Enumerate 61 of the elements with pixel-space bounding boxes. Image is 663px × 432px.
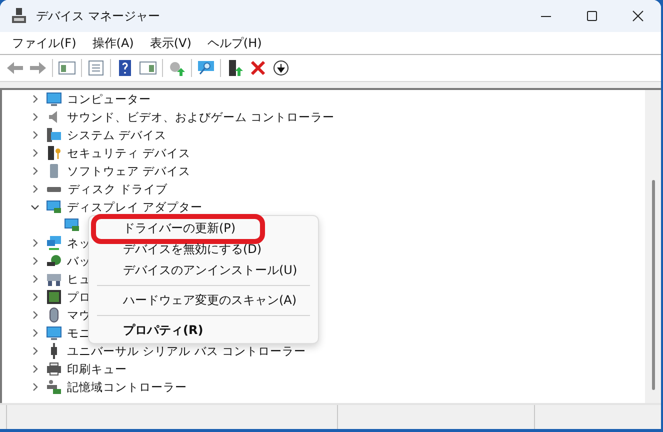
- chevron-icon[interactable]: [30, 292, 40, 302]
- tree-item[interactable]: コンピューター: [67, 92, 151, 106]
- chevron-icon[interactable]: [30, 382, 40, 392]
- enable-device-icon[interactable]: [226, 60, 244, 76]
- tree-item[interactable]: 印刷キュー: [67, 362, 127, 376]
- action-pane-icon[interactable]: [139, 60, 157, 76]
- chevron-icon[interactable]: [30, 184, 40, 194]
- scrollbar[interactable]: [645, 90, 661, 403]
- device-manager-icon: [12, 8, 26, 24]
- chip-icon: [46, 289, 62, 305]
- tree-item[interactable]: サウンド、ビデオ、およびゲーム コントローラー: [67, 110, 335, 124]
- chevron-icon[interactable]: [30, 166, 40, 176]
- network-icon: [46, 235, 62, 251]
- printer-icon: [46, 361, 62, 377]
- display-card-icon: [46, 199, 62, 215]
- chevron-icon[interactable]: [30, 256, 40, 266]
- tree-item[interactable]: ディスプレイ アダプター: [67, 200, 203, 214]
- scan-monitor-icon[interactable]: [197, 60, 215, 76]
- delete-icon[interactable]: [249, 60, 267, 76]
- chevron-icon[interactable]: [30, 94, 40, 104]
- window-title: デバイス マネージャー: [36, 8, 160, 24]
- tree-item[interactable]: ディスク ドライブ: [68, 182, 168, 196]
- context-menu-item[interactable]: ハードウェア変更のスキャン(A): [123, 292, 297, 309]
- back-icon[interactable]: [6, 60, 24, 76]
- monitor-icon: [46, 325, 62, 341]
- chevron-icon[interactable]: [30, 238, 40, 248]
- chevron-icon[interactable]: [30, 202, 40, 212]
- context-menu-item[interactable]: プロパティ(R): [123, 322, 204, 339]
- storage-icon: [46, 379, 62, 395]
- tree-item[interactable]: ユニバーサル シリアル バス コントローラー: [67, 344, 306, 358]
- properties-icon[interactable]: [87, 60, 105, 76]
- chevron-icon[interactable]: [30, 274, 40, 284]
- menu-item[interactable]: ヘルプ(H): [199, 34, 270, 52]
- computer-icon: [46, 127, 62, 143]
- console-tree-icon[interactable]: [58, 60, 76, 76]
- tower-key-icon: [46, 145, 62, 161]
- maximize-icon: [586, 10, 598, 22]
- chevron-icon[interactable]: [30, 346, 40, 356]
- tree-item[interactable]: 記憶域コントローラー: [67, 380, 187, 394]
- chevron-icon[interactable]: [30, 364, 40, 374]
- menu-item[interactable]: 操作(A): [84, 34, 142, 52]
- display-card-icon: [64, 217, 80, 233]
- menu-item[interactable]: 表示(V): [142, 34, 200, 52]
- forward-icon[interactable]: [29, 60, 47, 76]
- chevron-icon[interactable]: [30, 112, 40, 122]
- monitor-icon: [46, 91, 62, 107]
- down-arrow-circle-icon[interactable]: [272, 60, 290, 76]
- tree-item[interactable]: システム デバイス: [67, 128, 167, 142]
- tree-item[interactable]: セキュリティ デバイス: [67, 146, 191, 160]
- context-menu-item[interactable]: デバイスを無効にする(D): [123, 241, 262, 258]
- tree-item[interactable]: ソフトウェア デバイス: [67, 164, 191, 178]
- drive-icon: [47, 186, 61, 192]
- context-menu-item[interactable]: ドライバーの更新(P): [123, 220, 236, 237]
- close-icon: [632, 10, 644, 22]
- context-menu-item[interactable]: デバイスのアンインストール(U): [123, 262, 298, 279]
- chevron-icon[interactable]: [30, 310, 40, 320]
- menu-item[interactable]: ファイル(F): [4, 34, 84, 52]
- chevron-icon[interactable]: [30, 148, 40, 158]
- help-icon[interactable]: [116, 60, 134, 76]
- chevron-icon[interactable]: [30, 130, 40, 140]
- chevron-icon[interactable]: [30, 328, 40, 338]
